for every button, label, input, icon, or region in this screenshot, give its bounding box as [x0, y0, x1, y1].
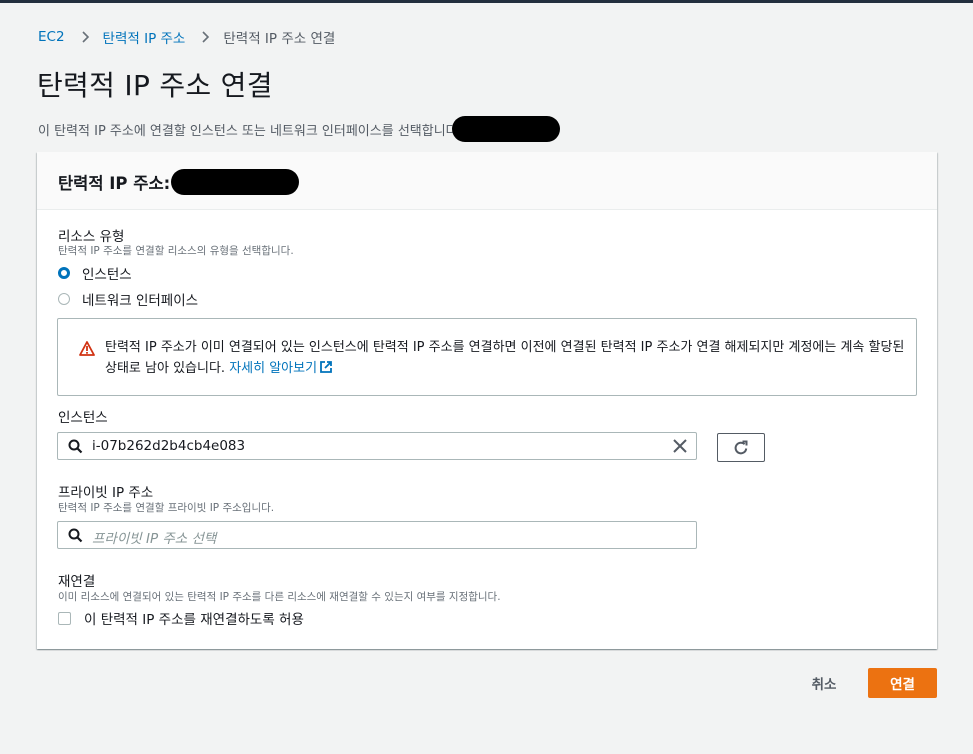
redacted-block — [451, 116, 560, 142]
radio-instance[interactable]: 인스턴스 — [58, 263, 132, 283]
chevron-right-icon — [202, 31, 210, 43]
reassociation-hint: 이미 리소스에 연결되어 있는 탄력적 IP 주소를 다른 리소스에 재연결할 … — [58, 591, 501, 603]
search-icon — [68, 439, 83, 454]
alert-message: 탄력적 IP 주소가 이미 연결되어 있는 인스턴스에 탄력적 IP 주소를 연… — [105, 340, 905, 376]
allow-reassociation-label: 이 탄력적 IP 주소를 재연결하도록 허용 — [84, 612, 304, 628]
external-link-icon — [320, 361, 332, 373]
associate-button[interactable]: 연결 — [868, 668, 937, 698]
refresh-button[interactable] — [717, 433, 765, 462]
refresh-icon — [734, 440, 748, 455]
warning-icon — [79, 341, 95, 356]
radio-network-interface-label: 네트워크 인터페이스 — [82, 293, 199, 309]
panel-title: 탄력적 IP 주소: — [58, 169, 300, 195]
reassociation-label: 재연결 — [58, 574, 96, 590]
instance-search-input[interactable]: i-07b262d2b4cb4e083 — [57, 432, 697, 460]
breadcrumb: EC2 탄력적 IP 주소 탄력적 IP 주소 연결 — [38, 27, 336, 47]
radio-instance-label: 인스턴스 — [82, 267, 132, 283]
private-ip-hint: 탄력적 IP 주소를 연결할 프라이빗 IP 주소입니다. — [58, 502, 275, 514]
page-title: 탄력적 IP 주소 연결 — [37, 69, 273, 102]
resource-type-hint: 탄력적 IP 주소를 연결할 리소스의 유형을 선택합니다. — [58, 245, 294, 257]
breadcrumb-current: 탄력적 IP 주소 연결 — [223, 31, 336, 47]
allow-reassociation-checkbox-row[interactable]: 이 탄력적 IP 주소를 재연결하도록 허용 — [58, 608, 304, 628]
panel-header: 탄력적 IP 주소: — [37, 152, 937, 210]
top-nav-bar — [0, 0, 973, 3]
panel-title-text: 탄력적 IP 주소: — [58, 174, 171, 193]
chevron-right-icon — [81, 31, 89, 43]
private-ip-placeholder: 프라이빗 IP 주소 선택 — [92, 531, 217, 547]
page-description-text: 이 탄력적 IP 주소에 연결할 인스턴스 또는 네트워크 인터페이스를 선택합… — [38, 123, 458, 139]
learn-more-link[interactable]: 자세히 알아보기 — [229, 361, 333, 376]
breadcrumb-elastic-ip[interactable]: 탄력적 IP 주소 — [103, 27, 186, 47]
close-icon[interactable] — [672, 438, 688, 454]
allow-reassociation-checkbox[interactable] — [58, 611, 71, 625]
resource-type-label: 리소스 유형 — [58, 229, 125, 245]
private-ip-select[interactable]: 프라이빗 IP 주소 선택 — [57, 521, 697, 549]
search-icon — [68, 528, 83, 543]
alert-text: 탄력적 IP 주소가 이미 연결되어 있는 인스턴스에 탄력적 IP 주소를 연… — [105, 337, 905, 379]
page-description: 이 탄력적 IP 주소에 연결할 인스턴스 또는 네트워크 인터페이스를 선택합… — [38, 116, 560, 142]
warning-alert: 탄력적 IP 주소가 이미 연결되어 있는 인스턴스에 탄력적 IP 주소를 연… — [57, 318, 917, 396]
associate-panel: 탄력적 IP 주소: 리소스 유형 탄력적 IP 주소를 연결할 리소스의 유형… — [37, 152, 937, 649]
radio-network-interface[interactable]: 네트워크 인터페이스 — [58, 289, 198, 309]
private-ip-label: 프라이빗 IP 주소 — [58, 485, 154, 501]
cancel-button[interactable]: 취소 — [797, 668, 851, 697]
radio-button-checked[interactable] — [58, 267, 70, 279]
instance-label: 인스턴스 — [58, 410, 108, 426]
radio-button[interactable] — [58, 293, 70, 305]
breadcrumb-ec2[interactable]: EC2 — [38, 29, 65, 45]
learn-more-label: 자세히 알아보기 — [229, 361, 318, 376]
redacted-ip — [171, 169, 300, 195]
instance-input-value: i-07b262d2b4cb4e083 — [92, 438, 246, 454]
